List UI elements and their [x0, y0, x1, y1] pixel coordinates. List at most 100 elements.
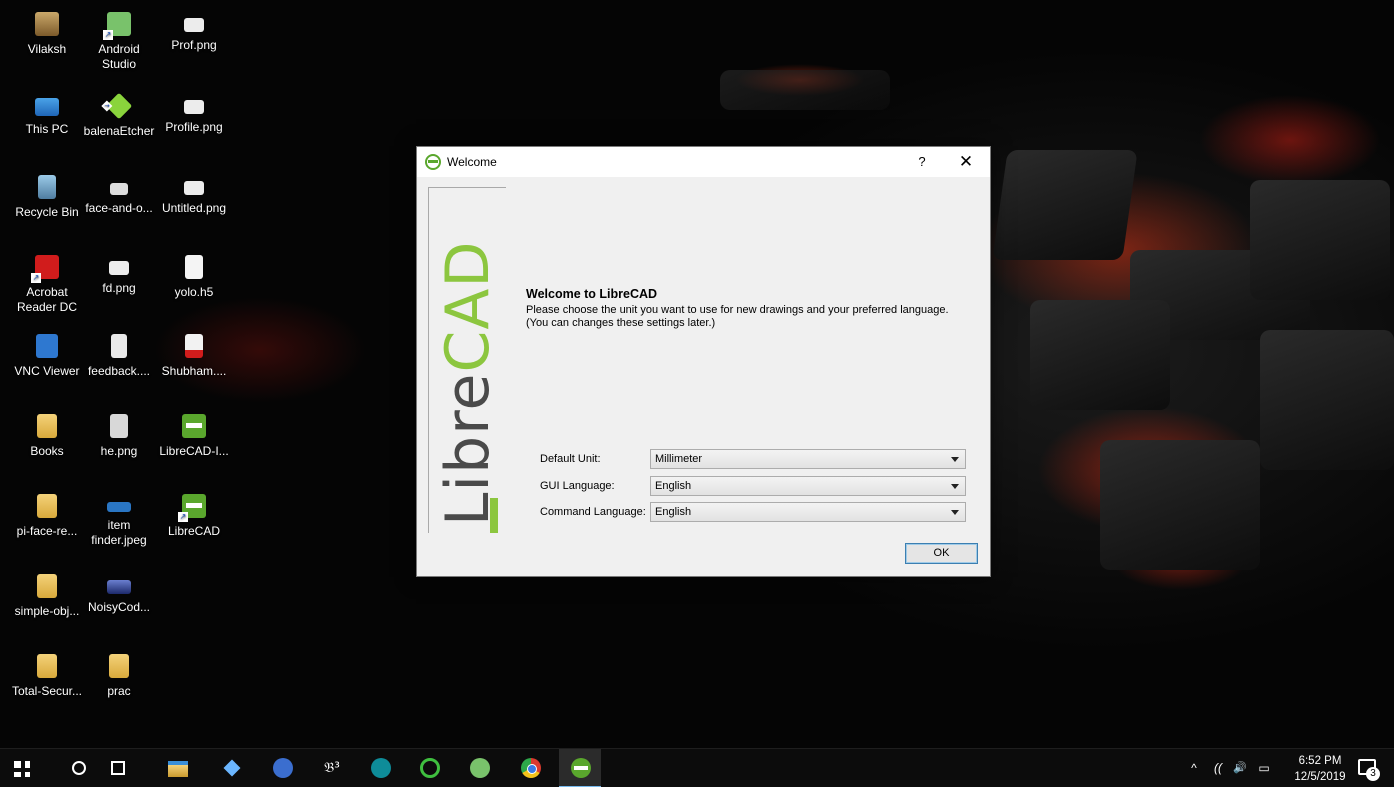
start-button[interactable] [2, 749, 40, 787]
desktop-icon-total-secur[interactable]: Total-Secur... [8, 654, 86, 699]
chevron-down-icon [951, 484, 959, 489]
logo-text: LibreCAD [433, 196, 503, 526]
desktop-icon-fd-png[interactable]: fd.png [80, 255, 158, 296]
gui-language-select[interactable]: English [650, 476, 966, 496]
windows-start-icon [14, 761, 30, 777]
help-button[interactable]: ? [910, 147, 934, 177]
taskbar-librecad[interactable] [559, 749, 601, 787]
computer-icon [35, 98, 59, 116]
desktop-icon-label: Untitled.png [161, 201, 227, 215]
desktop-icon-simple-obj[interactable]: simple-obj... [8, 574, 86, 619]
desktop-icon-label: fd.png [102, 281, 136, 295]
desktop-icon-noisycod[interactable]: NoisyCod... [80, 574, 158, 615]
desktop-icon-acrobat-reader[interactable]: Acrobat Reader DC [8, 255, 86, 315]
desktop-icon-item-finder[interactable]: item finder.jpeg [80, 494, 158, 548]
wallpaper-shape [1260, 330, 1394, 470]
desktop-icon-librecad-installer[interactable]: LibreCAD-I... [155, 414, 233, 459]
desktop-icon-android-studio[interactable]: Android Studio [80, 12, 158, 72]
close-button[interactable]: ✕ [950, 147, 982, 177]
wallpaper-shape [720, 70, 890, 110]
pdf-file-icon [185, 334, 203, 358]
desktop-icon-balena-etcher[interactable]: balenaEtcher [80, 92, 158, 139]
notification-count-badge: 3 [1366, 767, 1380, 781]
search-button[interactable] [60, 749, 98, 787]
desktop-icon-label: simple-obj... [14, 604, 80, 618]
clock-date: 12/5/2019 [1294, 771, 1346, 783]
taskbar-ring-app[interactable] [410, 749, 448, 787]
arduino-icon [371, 758, 391, 778]
task-view-button[interactable] [99, 749, 137, 787]
folder-icon [37, 494, 57, 518]
taskbar-arduino[interactable] [361, 749, 399, 787]
image-file-icon [110, 414, 128, 438]
desktop-icon-shubham[interactable]: Shubham.... [155, 334, 233, 379]
desktop-icon-prac[interactable]: prac [80, 654, 158, 699]
desktop-icon-recycle-bin[interactable]: Recycle Bin [8, 175, 86, 220]
image-file-icon [184, 18, 204, 32]
clock[interactable]: 6:52 PM 12/5/2019 [1290, 753, 1350, 785]
volume-icon[interactable]: 🔊 [1232, 761, 1248, 775]
taskbar-chrome[interactable] [511, 749, 549, 787]
desktop-icon-label: yolo.h5 [174, 285, 214, 299]
command-language-label: Command Language: [540, 506, 646, 518]
wallpaper-shape [1030, 300, 1170, 410]
desktop-icon-label: feedback.... [87, 364, 151, 378]
ok-button[interactable]: OK [905, 543, 978, 564]
gui-language-value: English [655, 480, 692, 492]
librecad-logo: LibreCAD [428, 187, 506, 533]
default-unit-select[interactable]: Millimeter [650, 449, 966, 469]
librecad-icon [425, 154, 441, 170]
librecad-icon [571, 758, 591, 778]
desktop-icon-label: This PC [25, 122, 69, 136]
welcome-description: Please choose the unit you want to use f… [526, 304, 976, 330]
welcome-description-line: (You can changes these settings later.) [526, 317, 716, 329]
desktop-icon-pi-face-re[interactable]: pi-face-re... [8, 494, 86, 539]
desktop-icon-face-and-o[interactable]: face-and-o... [80, 175, 158, 216]
desktop-icon-label: balenaEtcher [83, 124, 155, 138]
desktop-icon-books[interactable]: Books [8, 414, 86, 459]
taskbar-file-explorer[interactable] [158, 749, 196, 787]
wifi-icon[interactable]: (( [1210, 761, 1226, 775]
image-file-icon [107, 502, 131, 512]
image-file-icon [184, 181, 204, 195]
desktop-icon-label: Prof.png [171, 38, 217, 52]
battery-icon[interactable]: ▭ [1256, 761, 1272, 775]
wallpaper-shape [1250, 180, 1390, 300]
taskbar-pin-app[interactable] [212, 749, 250, 787]
desktop-icon-untitled-png[interactable]: Untitled.png [155, 175, 233, 216]
desktop-icon-vnc-viewer[interactable]: VNC Viewer [8, 334, 86, 379]
taskbar-google-app[interactable] [263, 749, 301, 787]
desktop-icon-profile-png[interactable]: Profile.png [155, 94, 233, 135]
desktop-icon-label: he.png [100, 444, 138, 458]
dialog-titlebar[interactable]: Welcome ? ✕ [417, 147, 990, 177]
desktop-icon-librecad[interactable]: LibreCAD [155, 494, 233, 539]
taskbar-android-studio[interactable] [460, 749, 498, 787]
command-language-select[interactable]: English [650, 502, 966, 522]
taskbar-b3-app[interactable]: 𝔅³ [312, 749, 350, 787]
desktop-icon-yolo-h5[interactable]: yolo.h5 [155, 255, 233, 300]
desktop-icon-he-png[interactable]: he.png [80, 414, 158, 459]
image-file-icon [107, 580, 131, 594]
folder-icon [37, 414, 57, 438]
desktop-icon-label: Recycle Bin [15, 205, 79, 219]
b3-app-icon: 𝔅³ [324, 760, 340, 776]
chevron-up-icon[interactable]: ^ [1186, 761, 1202, 775]
default-unit-value: Millimeter [655, 453, 703, 465]
recycle-bin-icon [38, 175, 56, 199]
command-language-value: English [655, 506, 692, 518]
gui-language-label: GUI Language: [540, 480, 615, 492]
desktop-icon-prof-png[interactable]: Prof.png [155, 12, 233, 53]
system-tray: ^ (( 🔊 ▭ [1180, 749, 1290, 787]
pin-app-icon [223, 759, 241, 777]
android-studio-icon [103, 12, 131, 40]
desktop-icon-vilaksh[interactable]: Vilaksh [8, 12, 86, 57]
document-file-icon [111, 334, 127, 358]
user-folder-icon [35, 12, 59, 36]
google-app-icon [273, 758, 293, 778]
clock-time: 6:52 PM [1298, 755, 1342, 767]
desktop-icon-feedback[interactable]: feedback.... [80, 334, 158, 379]
desktop-icon-label: Studio [101, 57, 137, 71]
welcome-heading: Welcome to LibreCAD [526, 287, 658, 301]
desktop-icon-this-pc[interactable]: This PC [8, 94, 86, 137]
image-file-icon [184, 100, 204, 114]
